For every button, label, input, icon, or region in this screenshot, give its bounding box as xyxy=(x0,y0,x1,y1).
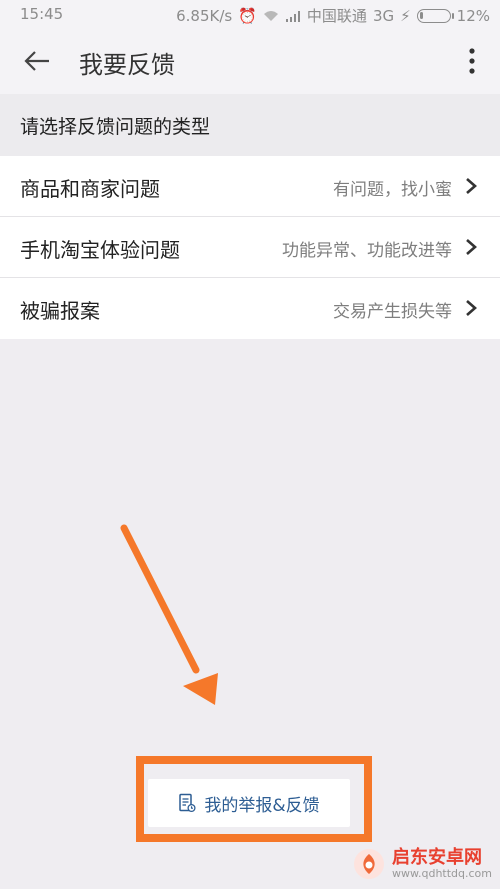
battery-fill xyxy=(419,11,423,19)
status-time: 15:45 xyxy=(20,5,64,23)
signal-icon xyxy=(285,10,300,22)
battery-percent: 12% xyxy=(456,6,490,25)
list-item-fraud-report[interactable]: 被骗报案 交易产生损失等 xyxy=(0,278,500,339)
battery-icon xyxy=(416,8,454,23)
screen: 15:45 6.85K/s ⏰ 中国联通 3G ⚡ 12% 我要反馈 请选择反馈… xyxy=(0,0,500,889)
status-right: 6.85K/s ⏰ 中国联通 3G ⚡ 12% xyxy=(176,5,490,26)
page-title: 我要反馈 xyxy=(79,51,175,79)
status-bar: 15:45 6.85K/s ⏰ 中国联通 3G ⚡ 12% xyxy=(0,0,500,30)
site-logo-icon xyxy=(354,849,384,879)
list-item-label: 商品和商家问题 xyxy=(20,177,160,201)
watermark-text: 启东安卓网 www.qdhttdq.com xyxy=(392,846,492,880)
list-item-merchant-issue[interactable]: 商品和商家问题 有问题，找小蜜 xyxy=(0,156,500,217)
list-item-label: 被骗报案 xyxy=(20,299,100,323)
network-speed: 6.85K/s xyxy=(176,6,233,25)
carrier-name: 中国联通 xyxy=(306,7,367,25)
list-item-label: 手机淘宝体验问题 xyxy=(20,238,180,262)
list-item-app-experience[interactable]: 手机淘宝体验问题 功能异常、功能改进等 xyxy=(0,217,500,278)
wifi-icon xyxy=(263,10,278,21)
app-header: 我要反馈 xyxy=(0,30,500,94)
charging-icon: ⚡ xyxy=(400,6,411,25)
feedback-type-list: 商品和商家问题 有问题，找小蜜 手机淘宝体验问题 功能异常、功能改进等 被骗报案… xyxy=(0,156,500,339)
my-report-feedback-button[interactable]: 我的举报&反馈 xyxy=(148,779,350,827)
feedback-button-label: 我的举报&反馈 xyxy=(204,795,320,816)
watermark-title: 启东安卓网 xyxy=(392,846,482,868)
list-item-hint: 功能异常、功能改进等 xyxy=(282,241,452,261)
chevron-right-icon xyxy=(466,300,477,316)
chevron-right-icon xyxy=(466,239,477,255)
back-arrow-icon[interactable] xyxy=(22,46,52,76)
list-item-hint: 交易产生损失等 xyxy=(333,302,452,322)
section-heading: 请选择反馈问题的类型 xyxy=(0,94,500,156)
chevron-right-icon xyxy=(466,178,477,194)
watermark: 启东安卓网 www.qdhttdq.com xyxy=(352,847,492,881)
alarm-icon: ⏰ xyxy=(238,6,257,25)
network-type: 3G xyxy=(372,6,395,25)
watermark-url: www.qdhttdq.com xyxy=(392,866,492,880)
list-item-hint: 有问题，找小蜜 xyxy=(333,180,452,200)
document-icon xyxy=(179,793,196,813)
more-options-icon[interactable] xyxy=(466,46,478,76)
